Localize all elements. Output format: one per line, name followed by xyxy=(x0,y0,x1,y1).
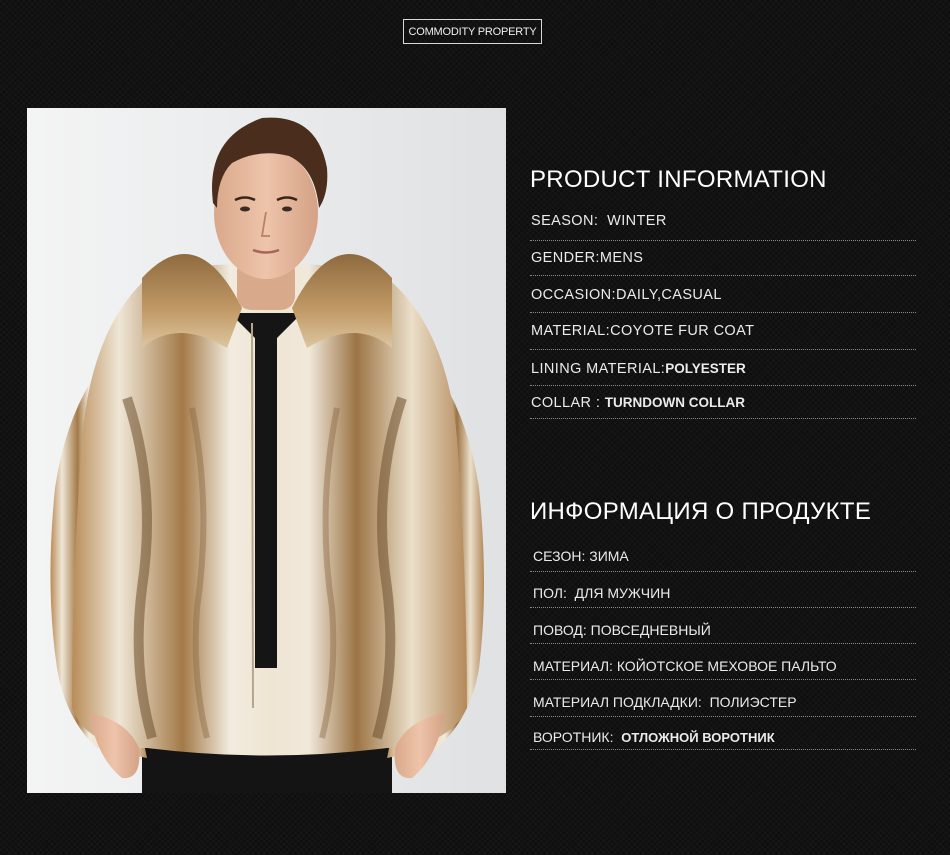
spec-label: ВОРОТНИК: xyxy=(533,729,614,745)
spec-label: GENDER: xyxy=(531,250,600,266)
spec-label: МАТЕРИАЛ: xyxy=(533,658,613,674)
model-in-fur-coat-illustration xyxy=(50,117,484,793)
spec-row-material: MATERIAL:COYOTE FUR COAT xyxy=(530,323,916,350)
spec-value: ЗИМА xyxy=(589,548,629,564)
spec-value: TURNDOWN COLLAR xyxy=(604,395,745,410)
commodity-property-label: COMMODITY PROPERTY xyxy=(408,25,537,38)
spec-label: МАТЕРИАЛ ПОДКЛАДКИ: xyxy=(533,694,702,710)
spec-label: OCCASION: xyxy=(531,287,616,303)
spec-row-occasion-ru: ПОВОД: ПОВСЕДНЕВНЫЙ xyxy=(530,622,916,644)
commodity-property-badge: COMMODITY PROPERTY xyxy=(403,19,542,44)
spec-value: КОЙОТСКОЕ МЕХОВОЕ ПАЛЬТО xyxy=(616,658,837,674)
spec-row-occasion: OCCASION:DAILY,CASUAL xyxy=(530,287,916,313)
product-photo xyxy=(27,108,506,793)
spec-row-season-ru: СЕЗОН: ЗИМА xyxy=(530,548,916,572)
spec-row-season: SEASON: WINTER xyxy=(530,213,916,241)
product-information-title-ru: ИНФОРМАЦИЯ О ПРОДУКТЕ xyxy=(530,498,872,525)
spec-value: ПОЛИЭСТЕР xyxy=(709,694,797,710)
spec-value: POLYESTER xyxy=(665,361,746,376)
spec-row-collar: COLLAR : TURNDOWN COLLAR xyxy=(530,395,916,419)
spec-label: SEASON: xyxy=(531,213,599,229)
spec-row-lining-material-ru: МАТЕРИАЛ ПОДКЛАДКИ: ПОЛИЭСТЕР xyxy=(530,694,916,717)
spec-row-material-ru: МАТЕРИАЛ: КОЙОТСКОЕ МЕХОВОЕ ПАЛЬТО xyxy=(530,658,916,680)
spec-label: COLLAR : xyxy=(531,395,601,411)
product-information-title: PRODUCT INFORMATION xyxy=(530,166,827,193)
spec-row-gender: GENDER:MENS xyxy=(530,250,916,276)
spec-row-collar-ru: ВОРОТНИК: ОТЛОЖНОЙ ВОРОТНИК xyxy=(530,729,916,750)
spec-value: ПОВСЕДНЕВНЫЙ xyxy=(590,622,711,638)
spec-label: LINING MATERIAL: xyxy=(531,361,666,377)
spec-label: СЕЗОН: xyxy=(533,548,586,564)
spec-value: COYOTE FUR COAT xyxy=(610,323,755,339)
spec-value: ДЛЯ МУЖЧИН xyxy=(574,585,671,601)
spec-row-gender-ru: ПОЛ: ДЛЯ МУЖЧИН xyxy=(530,585,916,608)
spec-label: ПОЛ: xyxy=(533,585,567,601)
spec-value: WINTER xyxy=(607,213,667,229)
spec-value: DAILY,CASUAL xyxy=(615,287,722,303)
spec-row-lining-material: LINING MATERIAL:POLYESTER xyxy=(530,361,916,386)
spec-label: MATERIAL: xyxy=(531,323,611,339)
spec-value: MENS xyxy=(599,250,644,266)
spec-label: ПОВОД: xyxy=(533,622,587,638)
spec-value: ОТЛОЖНОЙ ВОРОТНИК xyxy=(621,730,775,745)
